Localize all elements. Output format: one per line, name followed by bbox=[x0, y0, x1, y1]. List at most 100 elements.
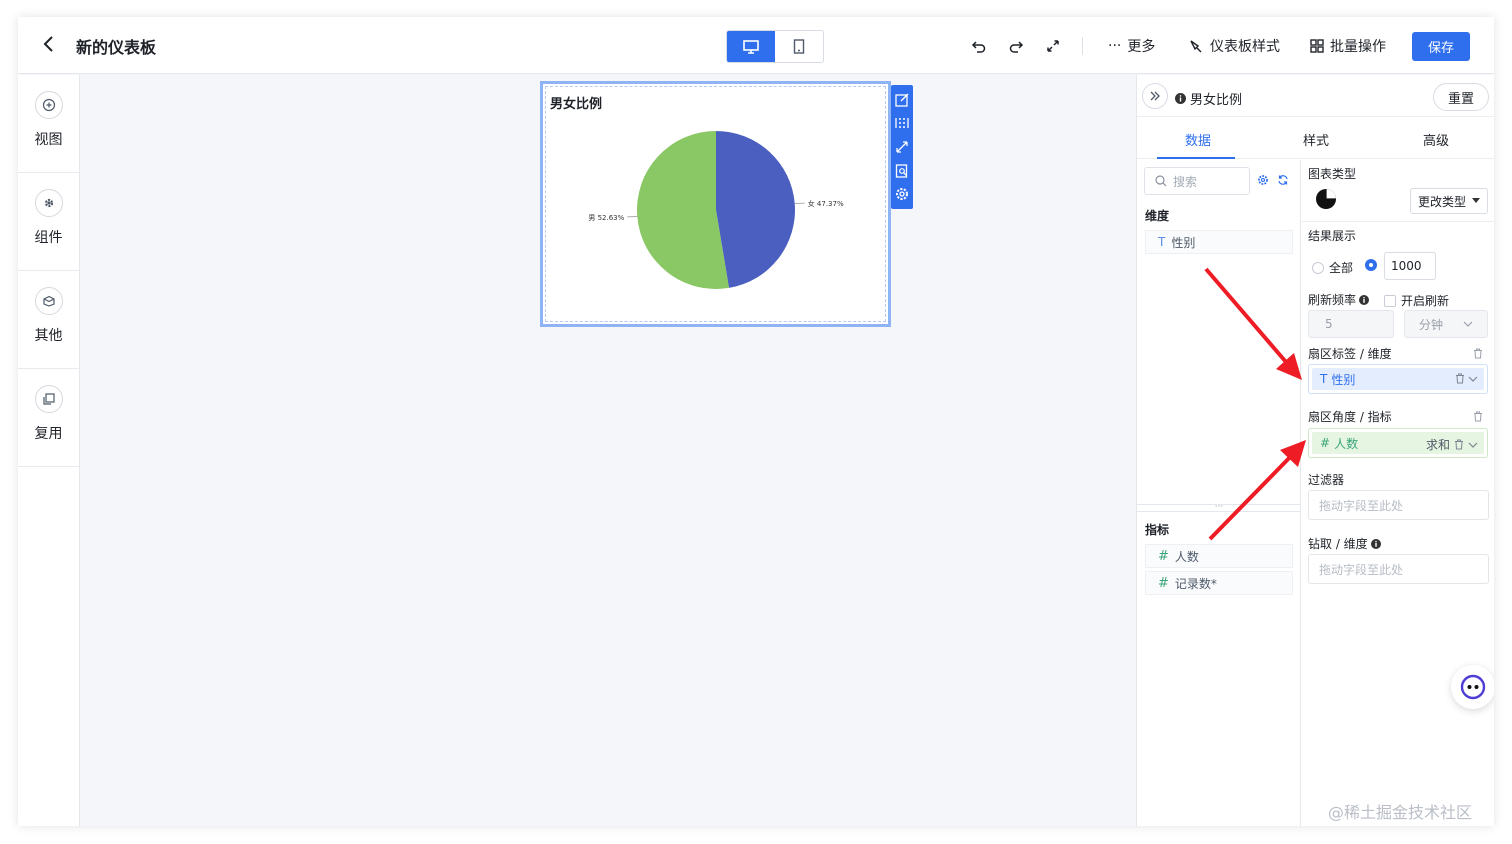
result-limit-radio[interactable] bbox=[1365, 259, 1377, 271]
filter-dropzone[interactable]: 拖动字段至此处 bbox=[1308, 490, 1489, 520]
chevron-down-icon[interactable] bbox=[1468, 376, 1478, 382]
sidebar-item-label: 其他 bbox=[34, 328, 63, 344]
fullscreen-button[interactable] bbox=[1045, 35, 1061, 57]
reset-button[interactable]: 重置 bbox=[1433, 83, 1489, 111]
dimensions-header: 维度 bbox=[1145, 209, 1170, 223]
field-label: 记录数* bbox=[1174, 576, 1217, 591]
box-icon bbox=[34, 287, 63, 315]
refresh-unit-select[interactable]: 分钟 bbox=[1404, 310, 1488, 338]
chip-label: 人数 bbox=[1334, 436, 1359, 451]
drill-label-text: 钻取 / 维度 bbox=[1308, 537, 1368, 551]
sector-angle-title: 扇区角度 / 指标 bbox=[1308, 410, 1392, 424]
metric-field-records[interactable]: # 记录数* bbox=[1145, 571, 1293, 595]
collapse-panel-button[interactable] bbox=[1142, 83, 1168, 109]
app-window: 新的仪表板 ··· 更多 仪表板样式 批量操作 保存 视图 组件 其他 复用 男… bbox=[18, 17, 1494, 826]
mobile-view-button[interactable] bbox=[775, 31, 823, 62]
result-all-radio[interactable]: 全部 bbox=[1312, 259, 1353, 276]
result-limit-input[interactable]: 1000 bbox=[1384, 252, 1436, 280]
chart-type-label: 图表类型 bbox=[1308, 167, 1357, 181]
save-button[interactable]: 保存 bbox=[1412, 32, 1470, 61]
info-icon bbox=[1370, 538, 1381, 549]
field-search-input[interactable]: 搜索 bbox=[1144, 167, 1250, 195]
filter-label: 过滤器 bbox=[1308, 473, 1345, 487]
more-button[interactable]: ··· 更多 bbox=[1108, 35, 1155, 57]
checkbox-label: 开启刷新 bbox=[1401, 294, 1450, 308]
trash-icon[interactable] bbox=[1455, 373, 1465, 384]
aggregation-label[interactable]: 求和 bbox=[1426, 436, 1450, 453]
ellipsis-icon: ··· bbox=[1108, 38, 1122, 54]
sidebar-item-label: 视图 bbox=[34, 132, 63, 148]
gear-icon[interactable] bbox=[1257, 174, 1269, 186]
tab-data[interactable]: 数据 bbox=[1185, 130, 1211, 149]
resize-icon[interactable] bbox=[893, 138, 911, 156]
sidebar-item-reuse[interactable]: 复用 bbox=[18, 369, 79, 467]
result-label: 结果展示 bbox=[1308, 229, 1357, 243]
search-icon bbox=[1155, 175, 1167, 187]
back-icon[interactable] bbox=[38, 33, 60, 55]
trash-icon[interactable] bbox=[1473, 411, 1483, 422]
tab-style[interactable]: 样式 bbox=[1303, 130, 1329, 149]
field-label: 人数 bbox=[1174, 549, 1199, 564]
sidebar-item-label: 复用 bbox=[34, 426, 63, 442]
dashboard-style-button[interactable]: 仪表板样式 bbox=[1188, 35, 1280, 57]
tab-advanced[interactable]: 高级 bbox=[1423, 130, 1449, 149]
fields-column: 搜索 维度 T 性别 ··· 指标 # 人数 # 记录数* bbox=[1137, 160, 1301, 826]
batch-ops-label: 批量操作 bbox=[1330, 39, 1386, 55]
settings-icon[interactable] bbox=[893, 185, 911, 203]
batch-ops-button[interactable]: 批量操作 bbox=[1310, 35, 1386, 57]
panel-title: 男女比例 bbox=[1175, 89, 1242, 108]
refresh-interval-input[interactable]: 5 bbox=[1308, 310, 1394, 338]
pie-label-0: 女 47.37% bbox=[808, 199, 844, 208]
sidebar-item-component[interactable]: 组件 bbox=[18, 173, 79, 271]
chevron-down-icon bbox=[1463, 321, 1473, 327]
field-label: 性别 bbox=[1171, 235, 1196, 250]
section-resizer[interactable]: ··· bbox=[1137, 503, 1301, 512]
sector-label-chip[interactable]: T 性别 bbox=[1312, 368, 1484, 390]
widget-toolbar bbox=[891, 85, 913, 209]
assistant-button[interactable] bbox=[1451, 665, 1494, 709]
dashboard-style-label: 仪表板样式 bbox=[1210, 39, 1280, 55]
info-icon bbox=[1359, 294, 1370, 305]
pie-chart-icon bbox=[1315, 188, 1337, 214]
chevron-down-icon[interactable] bbox=[1468, 442, 1478, 448]
sector-angle-slot[interactable]: # 人数 求和 bbox=[1308, 428, 1488, 458]
dimension-field-gender[interactable]: T 性别 bbox=[1145, 230, 1293, 254]
drill-dropzone[interactable]: 拖动字段至此处 bbox=[1308, 554, 1489, 584]
metric-field-count[interactable]: # 人数 bbox=[1145, 544, 1293, 568]
desktop-view-button[interactable] bbox=[727, 31, 775, 62]
pie-slice-0[interactable] bbox=[716, 131, 795, 288]
active-tab-indicator bbox=[1157, 157, 1235, 159]
text-type-icon: T bbox=[1320, 372, 1328, 386]
chart-widget[interactable]: 男女比例 女 47.37% 男 52.63% bbox=[540, 81, 891, 327]
trash-icon[interactable] bbox=[1473, 348, 1483, 359]
expand-icon bbox=[1047, 40, 1059, 52]
number-type-icon: # bbox=[1320, 436, 1331, 450]
monitor-icon bbox=[743, 39, 759, 54]
number-type-icon: # bbox=[1158, 575, 1169, 591]
sidebar-item-view[interactable]: 视图 bbox=[18, 75, 79, 173]
sector-angle-chip[interactable]: # 人数 求和 bbox=[1312, 432, 1484, 454]
undo-button[interactable] bbox=[971, 35, 987, 57]
plus-circle-icon bbox=[34, 91, 63, 119]
auto-refresh-checkbox[interactable]: 开启刷新 bbox=[1384, 292, 1449, 309]
drag-handle-icon[interactable] bbox=[893, 114, 911, 132]
phone-icon bbox=[793, 39, 805, 54]
change-type-label: 更改类型 bbox=[1417, 194, 1466, 209]
grid-icon bbox=[1310, 39, 1324, 53]
undo-icon bbox=[971, 41, 986, 53]
config-panel: 男女比例 重置 数据 样式 高级 搜索 维度 T 性别 ··· 指标 # 人数 … bbox=[1136, 75, 1494, 826]
redo-button[interactable] bbox=[1008, 35, 1024, 57]
sidebar-item-other[interactable]: 其他 bbox=[18, 271, 79, 369]
sector-label-slot[interactable]: T 性别 bbox=[1308, 364, 1488, 394]
info-icon bbox=[1175, 93, 1186, 104]
inspect-icon[interactable] bbox=[893, 162, 911, 180]
drill-label: 钻取 / 维度 bbox=[1308, 535, 1381, 552]
pie-slice-1[interactable] bbox=[637, 131, 729, 289]
refresh-icon[interactable] bbox=[1277, 174, 1289, 186]
metrics-header: 指标 bbox=[1145, 523, 1170, 537]
edit-icon[interactable] bbox=[893, 91, 911, 109]
change-type-dropdown[interactable]: 更改类型 bbox=[1410, 188, 1488, 214]
panel-title-text: 男女比例 bbox=[1190, 93, 1243, 108]
refresh-label-text: 刷新频率 bbox=[1308, 293, 1357, 307]
trash-icon[interactable] bbox=[1454, 439, 1464, 450]
